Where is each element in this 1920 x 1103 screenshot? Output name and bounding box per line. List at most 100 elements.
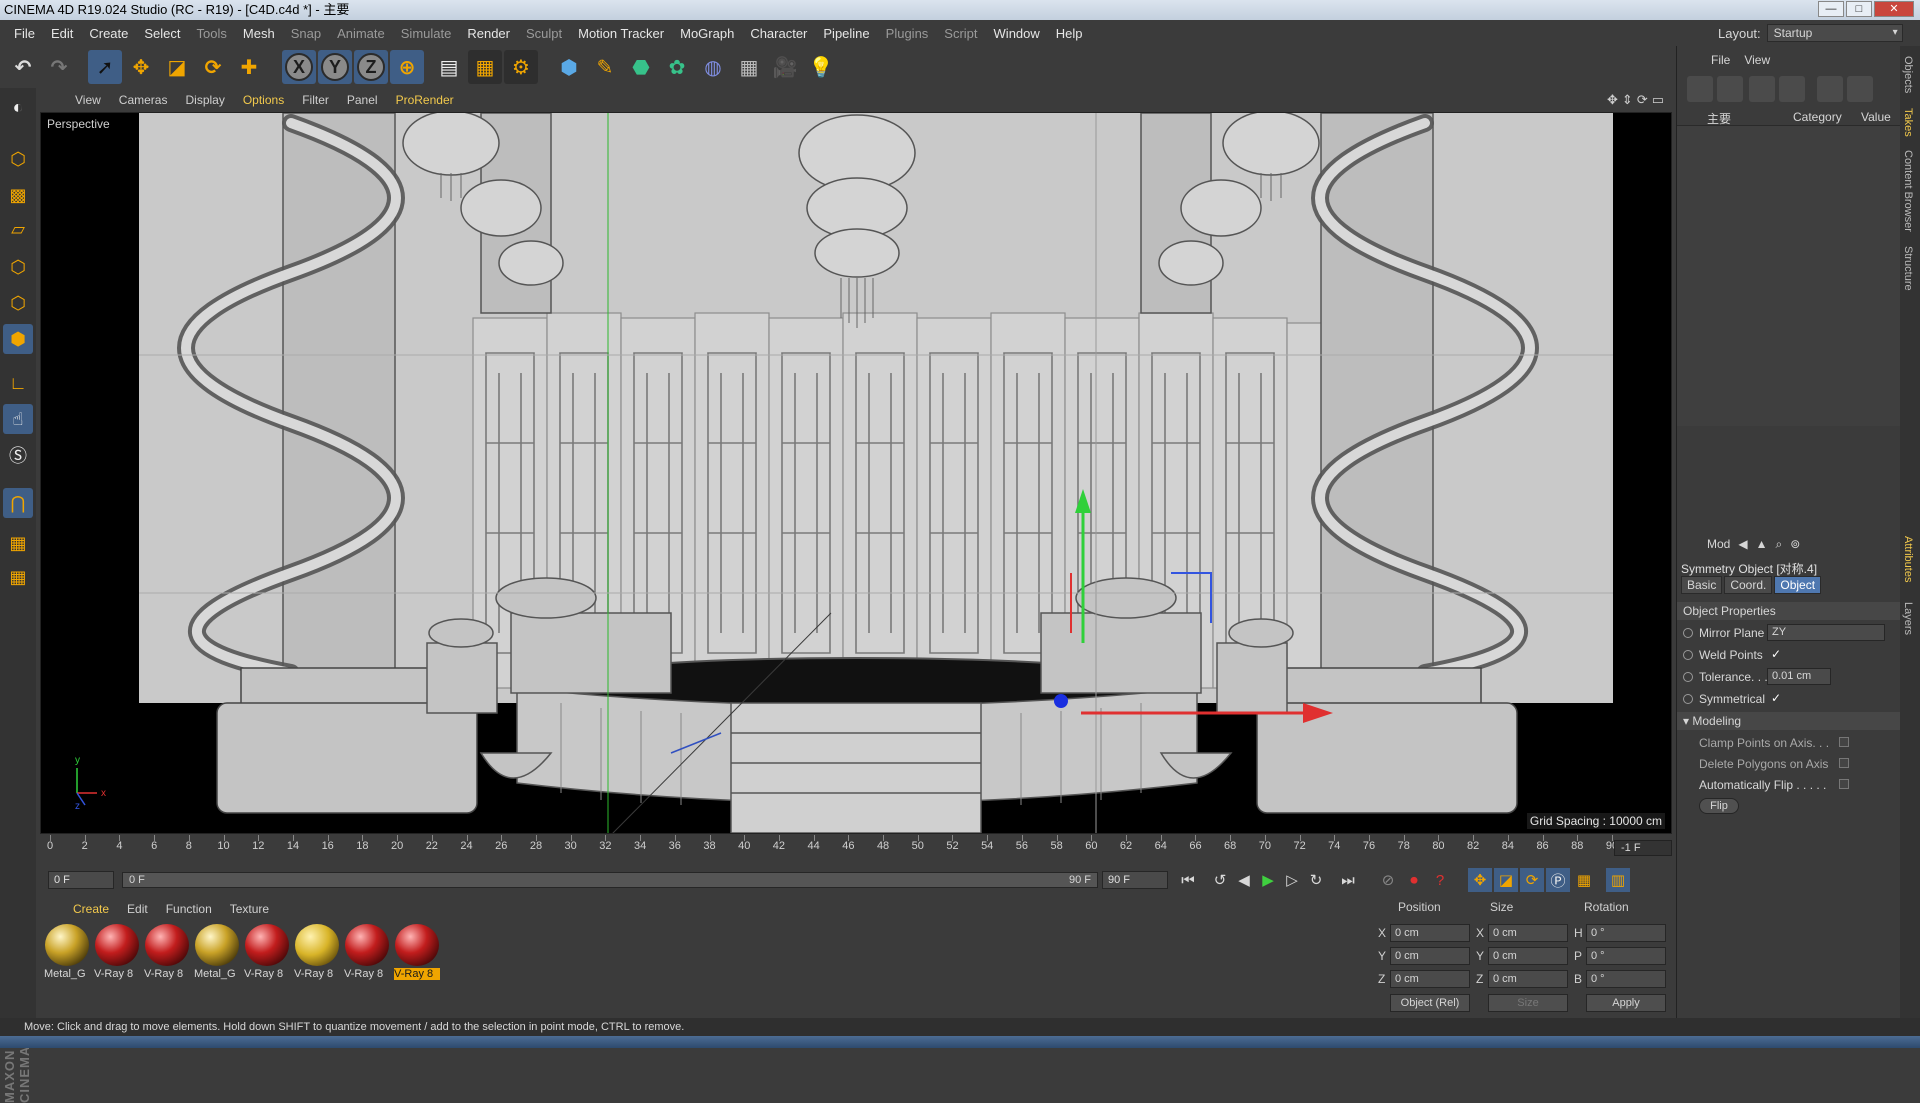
- viewport-perspective[interactable]: y x z Perspective Grid Spacing : 10000 c…: [40, 112, 1672, 834]
- menu-snap[interactable]: Snap: [283, 26, 329, 41]
- material-item[interactable]: V-Ray 8: [344, 924, 390, 984]
- size-y-field[interactable]: 0 cm: [1488, 947, 1568, 965]
- menu-script[interactable]: Script: [936, 26, 985, 41]
- next-key-icon[interactable]: ↻: [1304, 868, 1328, 892]
- menu-pipeline[interactable]: Pipeline: [815, 26, 877, 41]
- recent-tool-icon[interactable]: ✚: [232, 50, 266, 84]
- viewport-menu-panel[interactable]: Panel: [338, 93, 387, 107]
- x-axis-lock[interactable]: X: [282, 50, 316, 84]
- apply-button[interactable]: Apply: [1586, 994, 1666, 1012]
- objects-menu-view[interactable]: View: [1744, 53, 1770, 67]
- menu-mesh[interactable]: Mesh: [235, 26, 283, 41]
- keyframe-dot[interactable]: [1683, 650, 1693, 660]
- viewport-menu-filter[interactable]: Filter: [293, 93, 338, 107]
- main-take-name[interactable]: 主要: [1707, 110, 1731, 127]
- material-item[interactable]: V-Ray 8: [394, 924, 440, 984]
- render-view-icon[interactable]: ▤: [432, 50, 466, 84]
- menu-file[interactable]: File: [6, 26, 43, 41]
- previous-frame-icon[interactable]: ◀: [1232, 868, 1256, 892]
- coordinate-system-icon[interactable]: ⊕: [390, 50, 424, 84]
- material-item[interactable]: V-Ray 8: [144, 924, 190, 984]
- side-tab-content-browser[interactable]: Content Browser: [1902, 150, 1914, 232]
- menu-sculpt[interactable]: Sculpt: [518, 26, 570, 41]
- solo-icon[interactable]: Ⓢ: [3, 440, 33, 470]
- redo-icon[interactable]: ↷: [42, 50, 76, 84]
- move-icon[interactable]: ✥: [124, 50, 158, 84]
- end-frame-field[interactable]: 90 F: [1102, 871, 1168, 889]
- viewport-menu-cameras[interactable]: Cameras: [110, 93, 177, 107]
- key-pla-icon[interactable]: ▦: [1572, 868, 1596, 892]
- subdivision-icon[interactable]: ⬣: [624, 50, 658, 84]
- floor-icon[interactable]: ▦: [732, 50, 766, 84]
- value-column[interactable]: Value: [1861, 110, 1891, 124]
- rotate-icon[interactable]: ⟳: [196, 50, 230, 84]
- axis-mode-icon[interactable]: ∟: [3, 368, 33, 398]
- pos-z-field[interactable]: 0 cm: [1390, 970, 1470, 988]
- coord-mode-select[interactable]: Object (Rel): [1390, 994, 1470, 1012]
- polygons-mode-icon[interactable]: ⬢: [3, 324, 33, 354]
- tab-object[interactable]: Object: [1774, 576, 1822, 594]
- key-rotation-icon[interactable]: ⟳: [1520, 868, 1544, 892]
- material-menu-edit[interactable]: Edit: [118, 902, 157, 916]
- size-z-field[interactable]: 0 cm: [1488, 970, 1568, 988]
- menu-create[interactable]: Create: [81, 26, 136, 41]
- next-frame-icon[interactable]: ▷: [1280, 868, 1304, 892]
- menu-plugins[interactable]: Plugins: [878, 26, 937, 41]
- viewport-menu-prorender[interactable]: ProRender: [387, 93, 463, 107]
- minimize-button[interactable]: —: [1818, 1, 1844, 17]
- tab-coord[interactable]: Coord.: [1724, 576, 1773, 594]
- material-item[interactable]: Metal_G: [194, 924, 240, 984]
- menu-mograph[interactable]: MoGraph: [672, 26, 742, 41]
- side-tab-attributes[interactable]: Attributes: [1902, 536, 1914, 582]
- keyframe-dot[interactable]: [1683, 628, 1693, 638]
- menu-tools[interactable]: Tools: [189, 26, 235, 41]
- workplane-icon[interactable]: ▱: [3, 214, 33, 244]
- rot-p-field[interactable]: 0 °: [1586, 947, 1666, 965]
- keyframe-selection-icon[interactable]: ?: [1428, 868, 1452, 892]
- material-item[interactable]: V-Ray 8: [294, 924, 340, 984]
- render-picture-viewer-icon[interactable]: ▦: [468, 50, 502, 84]
- camera-icon[interactable]: 🎥: [768, 50, 802, 84]
- side-tab-layers[interactable]: Layers: [1902, 602, 1914, 635]
- side-tab-structure[interactable]: Structure: [1902, 246, 1914, 291]
- take-overrides-icon[interactable]: [1717, 76, 1743, 102]
- lock-icon[interactable]: ⊚: [1790, 537, 1800, 551]
- key-parameter-icon[interactable]: Ⓟ: [1546, 868, 1570, 892]
- preview-range-slider[interactable]: 0 F 90 F: [122, 872, 1098, 888]
- deformer-icon[interactable]: ◍: [696, 50, 730, 84]
- rot-h-field[interactable]: 0 °: [1586, 924, 1666, 942]
- go-to-end-icon[interactable]: ⏭: [1336, 868, 1360, 892]
- side-tab-objects[interactable]: Objects: [1902, 56, 1914, 93]
- make-editable-icon[interactable]: ◐: [3, 92, 33, 122]
- points-mode-icon[interactable]: ⬡: [3, 252, 33, 282]
- side-tab-takes[interactable]: Takes: [1902, 108, 1914, 137]
- up-arrow-icon[interactable]: ▲: [1756, 537, 1768, 551]
- add-take-icon[interactable]: [1687, 76, 1713, 102]
- maximize-button[interactable]: □: [1846, 1, 1872, 17]
- play-icon[interactable]: ▶: [1256, 868, 1280, 892]
- live-selection-icon[interactable]: ➚: [88, 50, 122, 84]
- texture-mode-icon[interactable]: ▩: [3, 180, 33, 210]
- auto-key-icon[interactable]: ⏺: [1402, 868, 1426, 892]
- delete-polygons-checkbox[interactable]: [1839, 758, 1849, 768]
- material-item[interactable]: V-Ray 8: [244, 924, 290, 984]
- material-item[interactable]: V-Ray 8: [94, 924, 140, 984]
- material-menu-function[interactable]: Function: [157, 902, 221, 916]
- viewport-nav-icons[interactable]: ✥⇕⟳▭: [1607, 92, 1668, 108]
- viewport-menu-options[interactable]: Options: [234, 93, 293, 107]
- cloner-icon[interactable]: ✿: [660, 50, 694, 84]
- snap-icon[interactable]: ⋂: [3, 488, 33, 518]
- viewport-menu-view[interactable]: View: [66, 93, 110, 107]
- render-take-icon[interactable]: [1817, 76, 1843, 102]
- record-keys-icon[interactable]: ⊘: [1376, 868, 1400, 892]
- menu-character[interactable]: Character: [742, 26, 815, 41]
- pen-spline-icon[interactable]: ✎: [588, 50, 622, 84]
- pos-y-field[interactable]: 0 cm: [1390, 947, 1470, 965]
- keyframe-dot[interactable]: [1683, 672, 1693, 682]
- auto-flip-checkbox[interactable]: [1839, 779, 1849, 789]
- flip-button[interactable]: Flip: [1699, 798, 1739, 814]
- go-to-start-icon[interactable]: ⏮: [1176, 868, 1200, 892]
- size-x-field[interactable]: 0 cm: [1488, 924, 1568, 942]
- timeline-icon[interactable]: ▥: [1606, 868, 1630, 892]
- modeling-section-header[interactable]: ▾ Modeling: [1677, 712, 1901, 730]
